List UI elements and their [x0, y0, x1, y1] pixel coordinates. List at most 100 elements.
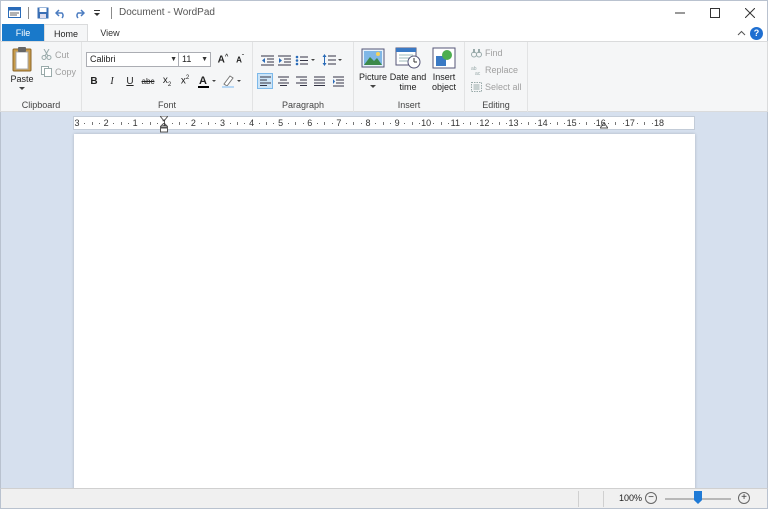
- strikethrough-button[interactable]: abc: [140, 73, 156, 89]
- help-icon[interactable]: ?: [750, 26, 763, 40]
- increase-indent-icon: [277, 55, 291, 65]
- ruler-tick: [91, 122, 93, 125]
- title-bar: Document - WordPad: [0, 0, 768, 24]
- italic-button[interactable]: I: [104, 73, 120, 89]
- wordpad-app-icon[interactable]: [7, 6, 21, 20]
- date-time-button[interactable]: Date and time: [389, 47, 427, 92]
- find-button[interactable]: Find: [471, 48, 503, 58]
- increase-indent-button[interactable]: [276, 52, 292, 68]
- ruler-label: 1: [132, 118, 138, 128]
- bullets-button[interactable]: [295, 52, 317, 68]
- ruler-dot: [549, 123, 551, 124]
- highlighter-icon: [222, 75, 241, 88]
- copy-button[interactable]: Copy: [41, 66, 76, 77]
- ruler-dot: [389, 123, 391, 124]
- paragraph-icon: [332, 76, 344, 86]
- ruler-dot: [331, 123, 333, 124]
- zoom-in-button[interactable]: +: [738, 492, 750, 504]
- align-center-button[interactable]: [275, 73, 291, 89]
- ruler-dot: [317, 123, 319, 124]
- align-right-button[interactable]: [293, 73, 309, 89]
- tab-file[interactable]: File: [2, 24, 44, 42]
- undo-icon[interactable]: [54, 6, 68, 20]
- ruler-dot: [535, 123, 537, 124]
- minimize-button[interactable]: [662, 1, 697, 25]
- redo-icon[interactable]: [72, 6, 86, 20]
- subscript-button[interactable]: x2: [159, 73, 175, 89]
- paragraph-group-label: Paragraph: [281, 100, 325, 110]
- editing-group-label: Editing: [482, 100, 510, 110]
- divider: [603, 491, 604, 507]
- ruler-label: 10: [421, 118, 432, 128]
- horizontal-ruler[interactable]: 3 2 1 1 2 3 4 5 6 7 8 9 10 11 12 13 14 15 16 17 18: [73, 116, 695, 133]
- ruler-tick: [557, 122, 559, 125]
- zoom-slider-thumb[interactable]: [694, 491, 702, 504]
- insert-object-button[interactable]: Insert object: [428, 47, 460, 92]
- ruler-tick: [615, 122, 617, 125]
- ruler-dot: [360, 123, 362, 124]
- clipboard-group-label: Clipboard: [21, 100, 61, 110]
- minus-icon: −: [648, 492, 654, 503]
- font-size-select[interactable]: 11 ▼: [178, 52, 211, 67]
- copy-icon: [41, 66, 52, 77]
- picture-button[interactable]: Picture: [357, 47, 389, 89]
- superscript-button[interactable]: x2: [177, 73, 193, 89]
- calendar-clock-icon: [395, 47, 421, 69]
- justify-button[interactable]: [311, 73, 327, 89]
- line-spacing-button[interactable]: [322, 52, 344, 68]
- decrease-indent-button[interactable]: [259, 52, 275, 68]
- save-icon[interactable]: [36, 6, 50, 20]
- customize-qat-icon[interactable]: [90, 6, 104, 20]
- grow-font-button[interactable]: A^: [215, 52, 231, 68]
- ruler-dot: [375, 123, 377, 124]
- document-page[interactable]: [74, 134, 695, 488]
- quick-access-toolbar: [1, 6, 115, 20]
- ruler-dot: [462, 123, 464, 124]
- window-controls: [662, 1, 767, 25]
- ruler-dot: [273, 123, 275, 124]
- cut-button[interactable]: Cut: [41, 49, 69, 60]
- ruler-dot: [477, 123, 479, 124]
- ruler-label: 4: [249, 118, 255, 128]
- ruler-tick: [237, 122, 239, 125]
- ruler-label: 5: [278, 118, 284, 128]
- ruler-dot: [171, 123, 173, 124]
- replace-button[interactable]: ab ac Replace: [471, 65, 518, 75]
- select-all-button[interactable]: Select all: [471, 82, 522, 92]
- underline-button[interactable]: U: [122, 73, 138, 89]
- tab-home[interactable]: Home: [44, 24, 88, 42]
- close-button[interactable]: [732, 1, 767, 25]
- ruler-label: 13: [508, 118, 519, 128]
- select-all-icon: [471, 82, 482, 92]
- shrink-font-icon: Aˇ: [236, 55, 244, 65]
- ruler-dot: [622, 123, 624, 124]
- underline-icon: U: [126, 75, 134, 87]
- maximize-button[interactable]: [697, 1, 732, 25]
- font-color-button[interactable]: A: [197, 73, 217, 89]
- binoculars-icon: [471, 49, 482, 58]
- zoom-out-button[interactable]: −: [645, 492, 657, 504]
- highlight-color-button[interactable]: [221, 73, 243, 89]
- ruler-dot: [157, 123, 159, 124]
- ruler-label: 18: [653, 118, 665, 128]
- ruler-tick: [178, 122, 180, 125]
- font-size-value: 11: [182, 54, 192, 64]
- tab-view[interactable]: View: [89, 24, 131, 42]
- ruler-label: 15: [566, 118, 577, 128]
- ruler-dot: [98, 123, 100, 124]
- ruler-dot: [127, 123, 129, 124]
- ruler-dot: [506, 123, 508, 124]
- shrink-font-button[interactable]: Aˇ: [232, 52, 248, 68]
- paste-button[interactable]: Paste: [7, 46, 37, 91]
- ruler-dot: [84, 123, 86, 124]
- ruler-dot: [418, 123, 420, 124]
- collapse-ribbon-icon[interactable]: [732, 28, 750, 39]
- font-family-select[interactable]: Calibri ▼: [86, 52, 180, 67]
- paragraph-settings-button[interactable]: [330, 73, 346, 89]
- insert-object-label-2: object: [431, 82, 457, 92]
- editing-group: Find ab ac Replace Select all Editing: [465, 42, 528, 112]
- bold-button[interactable]: B: [86, 73, 102, 89]
- align-left-button[interactable]: [257, 73, 273, 89]
- ruler-label: 14: [537, 118, 548, 128]
- insert-group: Picture Date and time Insert object Inse…: [354, 42, 465, 112]
